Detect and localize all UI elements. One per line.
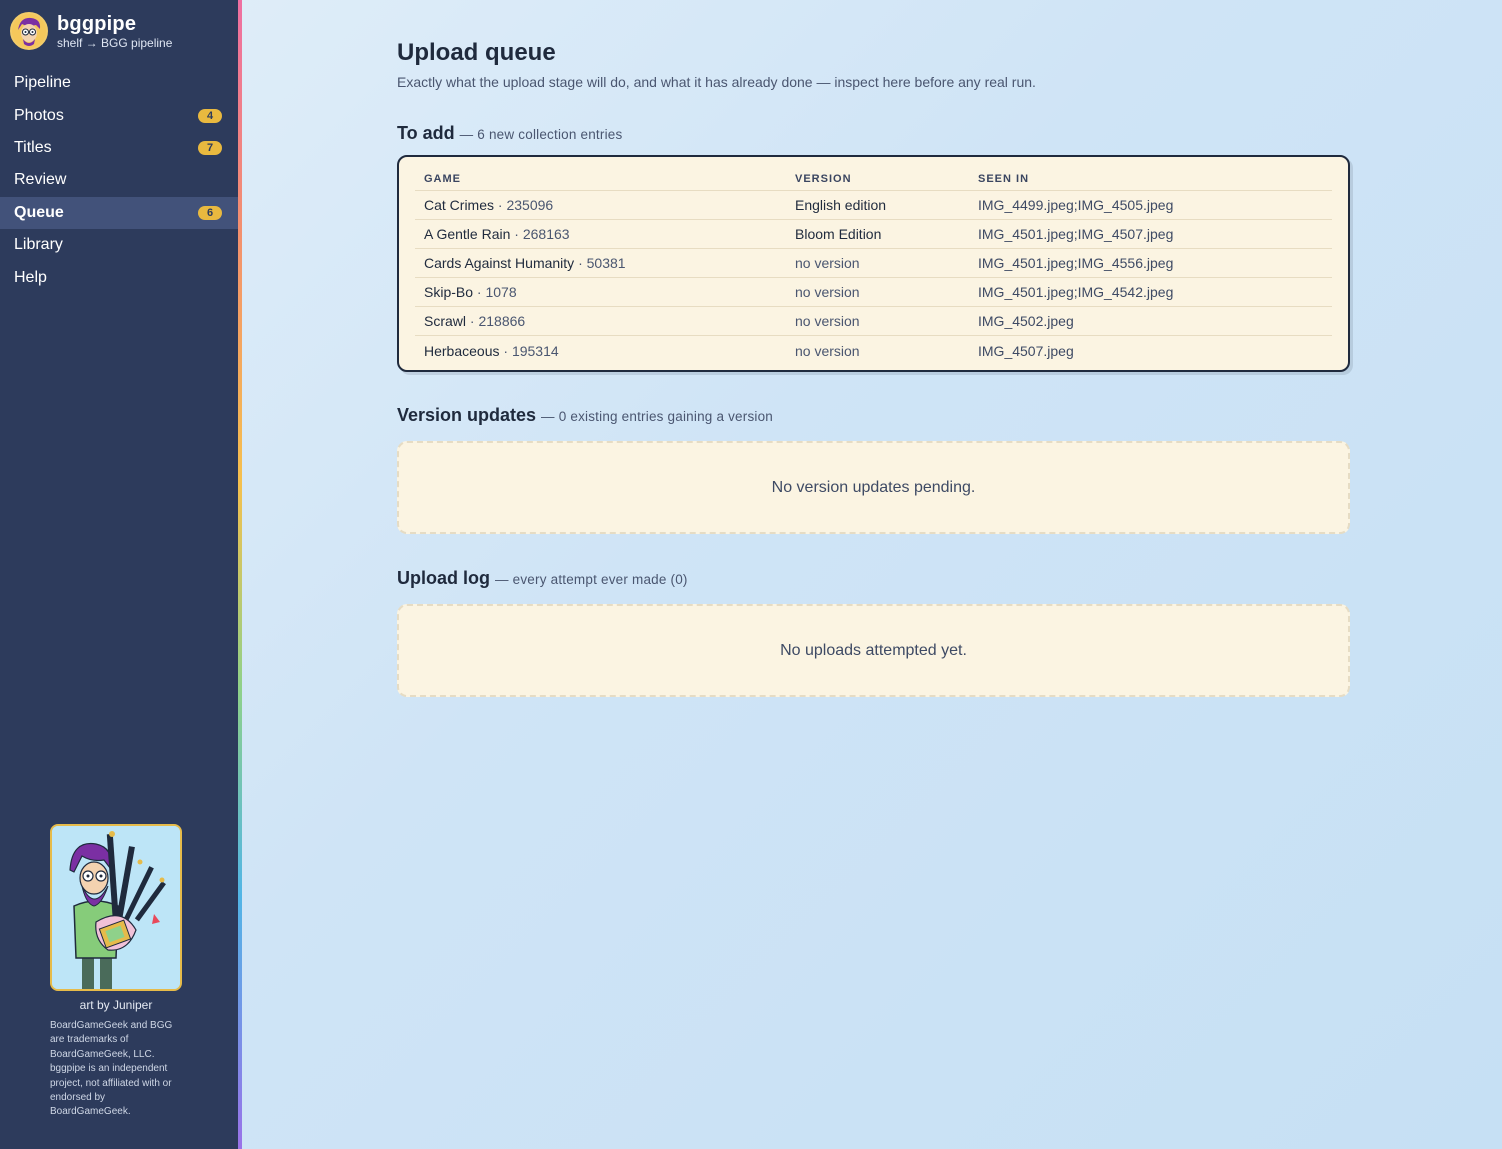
art-credit: art by Juniper: [79, 998, 153, 1012]
sidebar-item-pipeline[interactable]: Pipeline: [0, 67, 238, 99]
cell-version: no version: [795, 342, 860, 359]
cell-seen-in: IMG_4501.jpeg;IMG_4507.jpeg: [969, 219, 1332, 249]
column-header-seen-in: SEEN IN: [969, 169, 1332, 191]
sidebar-item-label: Library: [14, 236, 63, 254]
sidebar-item-titles[interactable]: Titles 7: [0, 132, 238, 164]
column-header-version: VERSION: [786, 169, 969, 191]
game-id: 268163: [522, 225, 570, 242]
to-add-table-card: GAME VERSION SEEN IN Cat Crimes · 235096…: [397, 155, 1350, 372]
brand-name: bggpipe: [57, 12, 137, 35]
cell-version: no version: [786, 248, 969, 279]
game-id: 235096: [506, 196, 554, 213]
game-name: Herbaceous: [424, 342, 500, 359]
brand-subtitle: shelf → BGG pipeline: [57, 35, 173, 50]
sidebar-item-label: Photos: [14, 106, 64, 124]
table-row[interactable]: Skip-Bo · 1078 no version IMG_4501.jpeg;IM…: [415, 277, 1332, 308]
separator-dot: ·: [510, 225, 523, 242]
page-subtitle: Exactly what the upload stage will do, a…: [397, 74, 1036, 90]
cell-seen-in: IMG_4499.jpeg;IMG_4505.jpeg: [969, 190, 1332, 220]
page-title: Upload queue: [397, 39, 556, 66]
upload-log-header: Upload log — every attempt ever made (0): [397, 568, 688, 589]
section-meta: — 0 existing entries gaining a version: [541, 409, 774, 424]
table-row[interactable]: Herbaceous · 195314 no version IMG_4507.jp…: [415, 336, 1332, 365]
to-add-header: To add — 6 new collection entries: [397, 123, 622, 144]
game-name: Cat Crimes: [424, 196, 495, 213]
section-title: Upload log: [397, 568, 490, 588]
section-meta: — 6 new collection entries: [459, 127, 623, 142]
mascot-avatar-icon: [10, 12, 48, 50]
separator-dot: ·: [494, 196, 507, 213]
section-title: Version updates: [397, 405, 537, 425]
count-badge: 4: [198, 108, 222, 123]
cell-game: Herbaceous · 195314: [415, 336, 786, 365]
sidebar-item-help[interactable]: Help: [0, 261, 238, 293]
version-updates-header: Version updates — 0 existing entries gai…: [397, 405, 773, 426]
table-header-row: GAME VERSION SEEN IN: [415, 169, 1332, 191]
separator-dot: ·: [473, 284, 486, 301]
trademark-disclaimer: BoardGameGeek and BGG are trademarks of …: [50, 1020, 173, 1118]
count-badge: 7: [198, 140, 222, 155]
section-meta: — every attempt ever made (0): [495, 572, 688, 587]
brand[interactable]: bggpipe shelf → BGG pipeline: [10, 11, 172, 51]
cell-version: no version: [786, 277, 969, 308]
upload-log-empty-state: No uploads attempted yet.: [397, 604, 1350, 697]
sidebar-nav: Pipeline Photos 4 Titles 7 Review Queue …: [0, 67, 238, 294]
game-name: Cards Against Humanity: [424, 254, 575, 271]
table-row[interactable]: Cat Crimes · 235096 English edition IMG_44…: [415, 190, 1332, 220]
cell-version: no version: [786, 306, 969, 337]
separator-dot: ·: [499, 342, 512, 359]
cell-seen-in: IMG_4502.jpeg: [969, 306, 1332, 337]
sidebar-item-label: Review: [14, 171, 67, 189]
column-header-game: GAME: [415, 169, 786, 191]
game-id: 195314: [511, 342, 559, 359]
sidebar-item-review[interactable]: Review: [0, 164, 238, 196]
mascot-art-image: [50, 824, 182, 991]
table-row[interactable]: Cards Against Humanity · 50381 no version…: [415, 248, 1332, 279]
sidebar-item-library[interactable]: Library: [0, 229, 238, 261]
sidebar-item-label: Queue: [14, 203, 64, 221]
sidebar-item-label: Help: [14, 268, 47, 286]
cell-seen-in: IMG_4501.jpeg;IMG_4556.jpeg: [969, 248, 1332, 279]
cell-seen-in: IMG_4501.jpeg;IMG_4542.jpeg: [969, 277, 1332, 308]
separator-dot: ·: [574, 254, 587, 271]
count-badge: 6: [198, 205, 222, 220]
rainbow-divider: [238, 0, 242, 1149]
sidebar-item-label: Titles: [14, 138, 52, 156]
game-name: Skip-Bo: [424, 284, 474, 301]
cell-game: Cat Crimes · 235096: [415, 190, 786, 220]
cell-game: Scrawl · 218866: [415, 306, 786, 337]
sidebar: bggpipe shelf → BGG pipeline Pipeline Ph…: [0, 0, 238, 1149]
sidebar-item-queue[interactable]: Queue 6: [0, 196, 238, 229]
section-title: To add: [397, 123, 455, 143]
game-id: 1078: [485, 284, 517, 301]
game-id: 218866: [478, 313, 526, 330]
cell-version: Bloom Edition: [786, 219, 969, 249]
cell-seen-in: IMG_4507.jpeg: [978, 342, 1074, 359]
sidebar-item-label: Pipeline: [14, 74, 71, 92]
game-name: A Gentle Rain: [424, 225, 511, 242]
version-updates-empty-state: No version updates pending.: [397, 441, 1350, 534]
to-add-table: GAME VERSION SEEN IN Cat Crimes · 235096…: [415, 169, 1332, 365]
sidebar-item-photos[interactable]: Photos 4: [0, 99, 238, 131]
cell-game: Skip-Bo · 1078: [415, 277, 786, 308]
game-id: 50381: [586, 254, 626, 271]
cell-game: Cards Against Humanity · 50381: [415, 248, 786, 279]
table-row[interactable]: A Gentle Rain · 268163 Bloom Edition IMG_4…: [415, 219, 1332, 249]
table-row[interactable]: Scrawl · 218866 no version IMG_4502.jpeg: [415, 306, 1332, 337]
cell-game: A Gentle Rain · 268163: [415, 219, 786, 249]
cell-version: English edition: [786, 190, 969, 220]
game-name: Scrawl: [424, 313, 467, 330]
separator-dot: ·: [466, 313, 479, 330]
